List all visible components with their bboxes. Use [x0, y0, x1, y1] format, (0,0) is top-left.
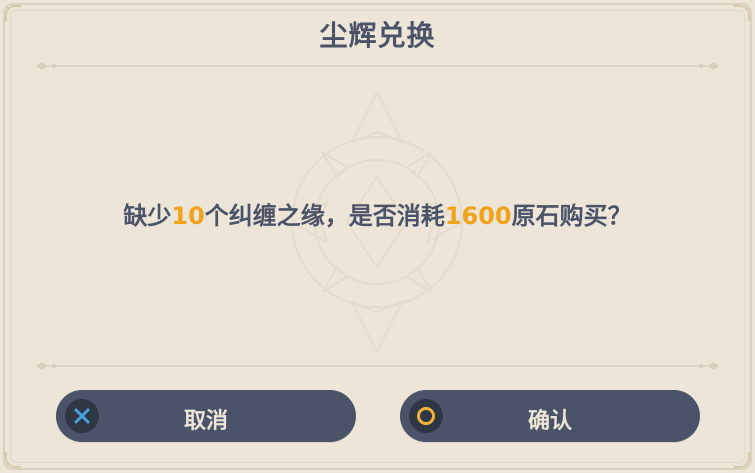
- top-divider: [34, 60, 721, 72]
- message-prefix: 缺少: [123, 202, 172, 230]
- primogem-cost: 1600: [444, 202, 512, 230]
- confirm-label: 确认: [527, 409, 572, 434]
- message-middle: 个纠缠之缘，是否消耗: [204, 202, 445, 230]
- bottom-divider: [34, 360, 721, 372]
- missing-count: 10: [171, 202, 205, 230]
- cancel-button[interactable]: 取消: [56, 390, 356, 442]
- confirm-button[interactable]: 确认: [400, 390, 700, 442]
- exchange-dialog: 尘辉兑换 缺少10个纠缠之缘，是否消耗1600原石购买？ 取消 确认: [0, 0, 755, 473]
- confirm-message: 缺少10个纠缠之缘，是否消耗1600原石购买？: [0, 196, 755, 231]
- dialog-title: 尘辉兑换: [319, 19, 436, 52]
- message-suffix: 原石购买？: [511, 202, 632, 230]
- cancel-label: 取消: [183, 409, 228, 434]
